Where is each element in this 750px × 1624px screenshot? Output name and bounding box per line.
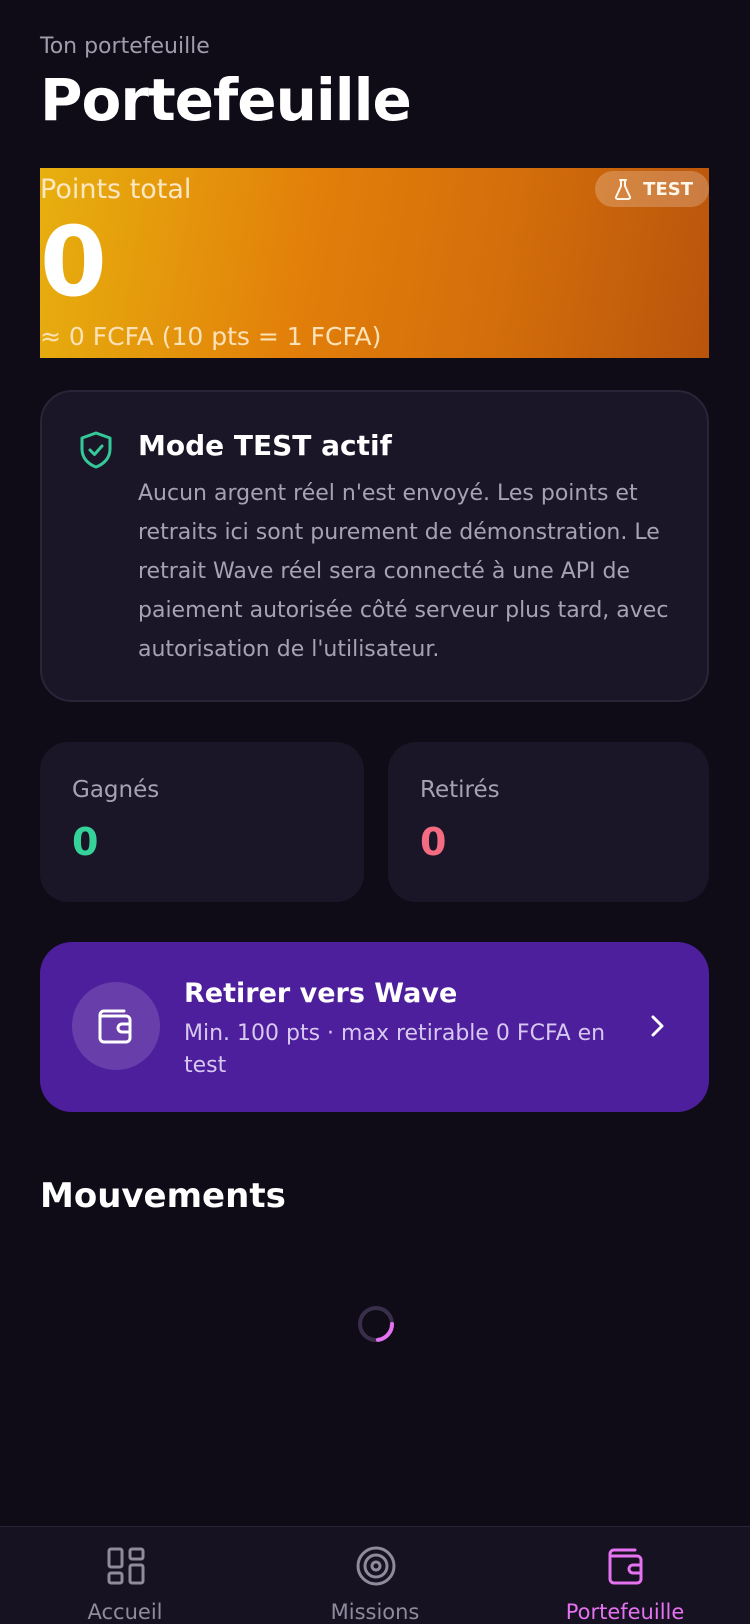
tab-portefeuille[interactable]: Portefeuille (500, 1527, 750, 1624)
withdrawn-stat-card: Retirés 0 (388, 742, 709, 902)
tab-missions-label: Missions (330, 1600, 420, 1624)
points-conversion: ≈ 0 FCFA (10 pts = 1 FCFA) (40, 322, 382, 351)
grid-icon (107, 1547, 145, 1585)
flask-icon (615, 179, 632, 200)
page-header: Ton portefeuille Portefeuille (40, 32, 412, 138)
shield-check-icon (80, 431, 112, 469)
tab-accueil[interactable]: Accueil (0, 1527, 250, 1624)
test-mode-notice: Mode TEST actif Aucun argent réel n'est … (40, 390, 709, 702)
page-eyebrow: Ton portefeuille (40, 34, 210, 59)
earned-value: 0 (72, 820, 99, 864)
wallet-icon (98, 1009, 132, 1044)
points-total-value: 0 (40, 206, 107, 318)
loading-spinner-icon (358, 1306, 395, 1342)
test-mode-title: Mode TEST actif (138, 429, 392, 462)
withdraw-title: Retirer vers Wave (184, 978, 458, 1009)
movements-title: Mouvements (40, 1176, 286, 1216)
page-title: Portefeuille (40, 66, 412, 134)
test-badge: TEST (595, 171, 709, 207)
withdraw-to-wave-button[interactable]: Retirer vers Wave Min. 100 pts · max ret… (40, 942, 709, 1112)
earned-label: Gagnés (72, 777, 160, 803)
withdraw-subtitle: Min. 100 pts · max retirable 0 FCFA en t… (184, 1021, 606, 1078)
points-total-card: Points total TEST 0 ≈ 0 FCFA (10 pts = 1… (40, 168, 709, 358)
tab-missions[interactable]: Missions (250, 1527, 500, 1624)
tab-portefeuille-label: Portefeuille (565, 1600, 685, 1624)
wallet-icon (608, 1548, 643, 1585)
tab-accueil-label: Accueil (87, 1600, 163, 1624)
target-icon (356, 1546, 396, 1586)
points-total-label: Points total (40, 174, 192, 205)
withdrawn-value: 0 (420, 820, 447, 864)
test-mode-description: Aucun argent réel n'est envoyé. Les poin… (138, 481, 669, 662)
chevron-right-icon (651, 1015, 664, 1037)
test-badge-label: TEST (643, 178, 693, 200)
bottom-tab-bar: Accueil Missions Portefeuille (0, 1526, 750, 1624)
earned-stat-card: Gagnés 0 (40, 742, 364, 902)
withdrawn-label: Retirés (420, 777, 500, 803)
withdraw-icon-circle (72, 982, 160, 1070)
